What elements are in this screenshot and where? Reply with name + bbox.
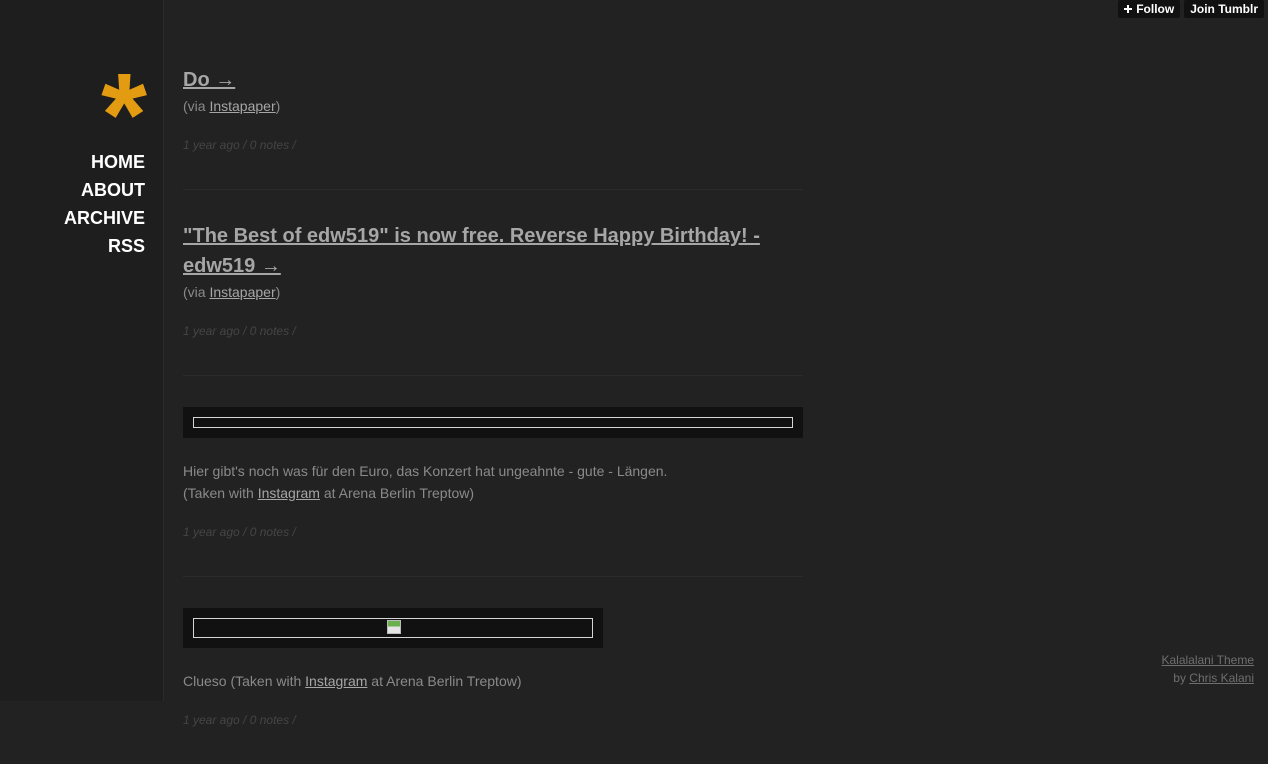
post-best-of-edw519: "The Best of edw519" is now free. Revers…: [183, 190, 803, 376]
via-suffix: ): [275, 98, 281, 114]
photo-placeholder[interactable]: [193, 417, 793, 428]
caption-prefix: Clueso (Taken with: [183, 673, 306, 689]
instagram-link[interactable]: Instagram: [258, 485, 320, 501]
photo-caption: Hier gibt's noch was für den Euro, das K…: [183, 460, 803, 504]
instagram-link[interactable]: Instagram: [305, 673, 367, 689]
caption-suffix: at Arena Berlin Treptow): [319, 485, 475, 501]
via-prefix: (via: [183, 98, 210, 114]
sidebar: * HOME ABOUT ARCHIVE RSS: [0, 0, 164, 701]
post-meta[interactable]: 1 year ago / 0 notes /: [183, 137, 803, 153]
caption-line: Hier gibt's noch was für den Euro, das K…: [183, 463, 668, 479]
post-meta[interactable]: 1 year ago / 0 notes /: [183, 712, 803, 728]
post-title-link[interactable]: Do →: [183, 65, 235, 95]
main-navigation: HOME ABOUT ARCHIVE RSS: [64, 148, 145, 260]
nav-about-link[interactable]: ABOUT: [64, 176, 145, 204]
caption-prefix: (Taken with: [183, 485, 258, 501]
instapaper-link[interactable]: Instapaper: [209, 284, 275, 300]
post-do: Do → (via Instapaper) 1 year ago / 0 not…: [183, 0, 803, 190]
plus-icon: [1124, 5, 1133, 13]
photo-frame: [183, 608, 603, 648]
instapaper-link[interactable]: Instapaper: [209, 98, 275, 114]
post-meta[interactable]: 1 year ago / 0 notes /: [183, 524, 803, 540]
tumblr-controls: Follow Join Tumblr: [1118, 0, 1264, 18]
caption-source-line: (Taken with Instagram at Arena Berlin Tr…: [183, 482, 803, 504]
via-line: (via Instapaper): [183, 95, 803, 117]
nav-rss-link[interactable]: RSS: [64, 232, 145, 260]
join-tumblr-button[interactable]: Join Tumblr: [1184, 0, 1264, 18]
credit-by: by: [1173, 671, 1190, 685]
via-suffix: ): [275, 284, 281, 300]
photo-frame: [183, 407, 803, 438]
follow-button[interactable]: Follow: [1118, 0, 1181, 18]
photo-caption: Clueso (Taken with Instagram at Arena Be…: [183, 670, 803, 692]
join-tumblr-label: Join Tumblr: [1190, 2, 1258, 16]
post-clueso-photo: Clueso (Taken with Instagram at Arena Be…: [183, 577, 803, 764]
broken-image-icon: [387, 620, 401, 634]
post-meta[interactable]: 1 year ago / 0 notes /: [183, 323, 803, 339]
via-line: (via Instapaper): [183, 281, 803, 303]
post-concert-photo: Hier gibt's noch was für den Euro, das K…: [183, 376, 803, 577]
author-link[interactable]: Chris Kalani: [1189, 671, 1254, 685]
post-title-link[interactable]: "The Best of edw519" is now free. Revers…: [183, 221, 803, 281]
nav-home-link[interactable]: HOME: [64, 148, 145, 176]
via-prefix: (via: [183, 284, 210, 300]
photo-placeholder[interactable]: [193, 618, 593, 638]
theme-credit: Kalalalani Theme by Chris Kalani: [1161, 651, 1254, 687]
follow-label: Follow: [1136, 2, 1175, 16]
caption-suffix: at Arena Berlin Treptow): [367, 673, 522, 689]
post-list: Do → (via Instapaper) 1 year ago / 0 not…: [183, 0, 803, 764]
nav-archive-link[interactable]: ARCHIVE: [64, 204, 145, 232]
theme-link[interactable]: Kalalalani Theme: [1161, 653, 1254, 667]
